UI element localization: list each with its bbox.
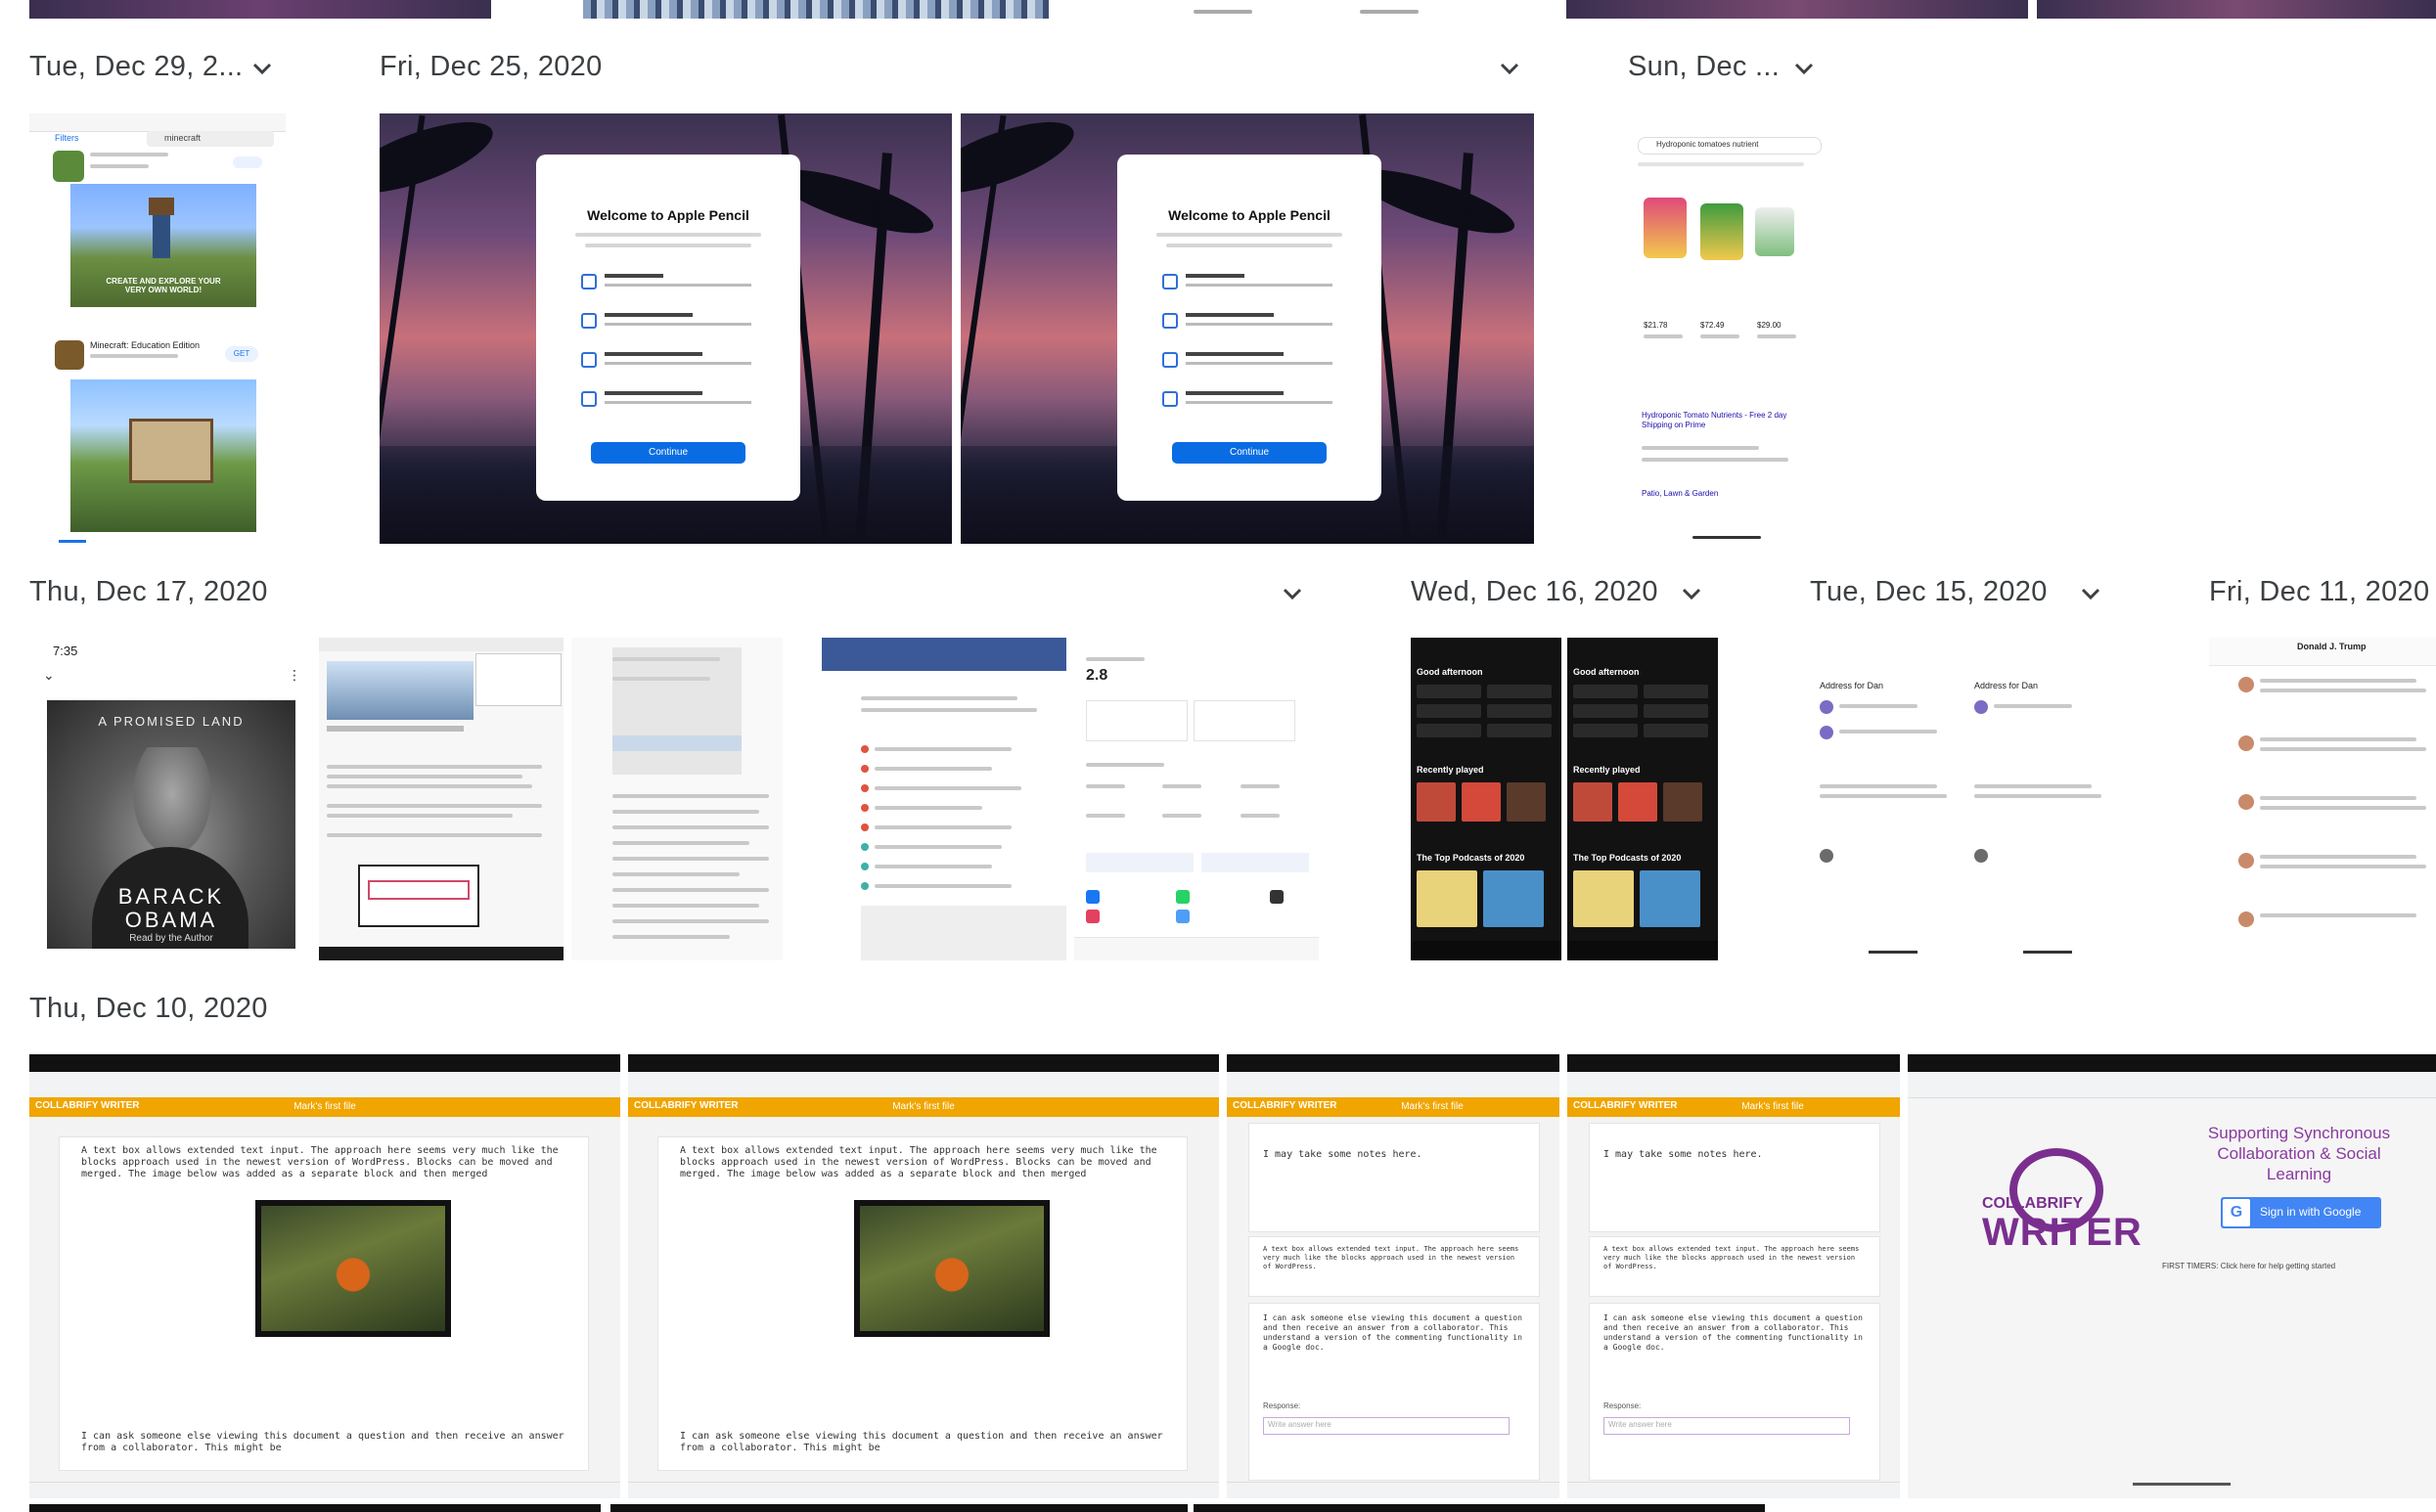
screenshot-thumbnail-writer[interactable]: COLLABRIFY WRITER Mark's first file A tex… [29,1054,620,1498]
screenshot-thumbnail-messages[interactable]: Address for Dan Address for Dan [1810,638,2113,960]
screenshot-thumbnail-settings[interactable] [822,638,1066,960]
google-icon: G [2223,1199,2250,1226]
screenshot-thumbnail-writer[interactable]: COLLABRIFY WRITER Mark's first file I may… [1567,1054,1900,1498]
minecraft-banner: CREATE AND EXPLORE YOUR VERY OWN WORLD! [70,184,256,307]
chevron-down-icon[interactable] [1676,578,1707,609]
chevron-down-icon[interactable] [1277,578,1308,609]
search-input[interactable]: Hydroponic tomatoes nutrient [1638,137,1822,155]
date-heading: Thu, Dec 17, 2020 [29,576,268,607]
welcome-dialog: Welcome to Apple Pencil Continue [1117,155,1381,501]
screenshot-thumbnail-document[interactable] [571,638,783,960]
chevron-down-icon[interactable] [2075,578,2106,609]
screenshot-thumbnail-twitter[interactable]: Donald J. Trump [2209,638,2436,960]
chevron-down-icon[interactable]: ⌄ [43,667,55,684]
screenshot-thumbnail-spotify[interactable]: Good afternoon Recently played The Top P… [1567,638,1718,960]
photo-thumbnail[interactable] [1566,0,2028,19]
photo-thumbnail[interactable] [1125,0,1448,19]
continue-button[interactable]: Continue [591,442,745,464]
date-heading: Fri, Dec 11, 2020 [2209,576,2430,607]
get-button[interactable]: GET [225,346,258,362]
date-heading: Tue, Dec 29, 2... [29,51,244,82]
search-input[interactable]: minecraft [147,131,274,147]
screenshot-thumbnail-apple-pencil[interactable]: Welcome to Apple Pencil Continue [380,113,952,544]
date-heading: Fri, Dec 25, 2020 [380,51,603,82]
screenshot-thumbnail-minecraft[interactable]: Filters minecraft CREATE AND EXPLORE YOU… [29,113,286,544]
screenshot-thumbnail-safari[interactable] [319,638,564,960]
screenshot-thumbnail-writer[interactable]: COLLABRIFY WRITER Mark's first file A tex… [628,1054,1219,1498]
screenshot-thumbnail-writer[interactable]: COLLABRIFY WRITER Mark's first file I may… [1227,1054,1559,1498]
photo-thumbnail[interactable] [583,0,1049,19]
photo-thumbnail[interactable] [29,1504,601,1512]
screenshot-thumbnail-app-store[interactable]: 2.8 [1074,638,1319,960]
chevron-down-icon[interactable] [247,53,278,84]
photo-thumbnail[interactable] [610,1504,1188,1512]
more-icon[interactable]: ⋮ [288,667,301,684]
welcome-dialog: Welcome to Apple Pencil Continue [536,155,800,501]
filters-link[interactable]: Filters [55,133,79,143]
photo-thumbnail[interactable] [1194,1504,1765,1512]
photo-thumbnail[interactable] [2037,0,2436,19]
date-heading: Thu, Dec 10, 2020 [29,993,268,1024]
minecraft-screenshot [70,379,256,532]
book-cover: A PROMISED LAND BARACK OBAMA Read by the… [47,700,295,949]
screenshot-thumbnail-collabrify[interactable]: COLLABRIFY WRITER Supporting Synchronous… [1908,1054,2436,1498]
result-link[interactable]: Patio, Lawn & Garden [1642,489,1718,498]
date-heading: Tue, Dec 15, 2020 [1810,576,2048,607]
answer-input[interactable]: Write answer here [1263,1417,1510,1435]
date-heading: Sun, Dec ... [1628,51,1781,82]
result-link[interactable]: Hydroponic Tomato Nutrients - Free 2 day… [1642,411,1814,430]
sign-in-google-button[interactable]: G Sign in with Google [2221,1197,2381,1228]
date-heading: Wed, Dec 16, 2020 [1411,576,1658,607]
screenshot-thumbnail-audiobook[interactable]: 7:35 ⌄ ⋮ A PROMISED LAND BARACK OBAMA Re… [29,638,311,960]
chevron-down-icon[interactable] [1494,53,1525,84]
chevron-down-icon[interactable] [1788,53,1820,84]
answer-input[interactable]: Write answer here [1603,1417,1850,1435]
photo-thumbnail[interactable] [29,0,491,19]
screenshot-thumbnail-apple-pencil[interactable]: Welcome to Apple Pencil Continue [961,113,1534,544]
screenshot-thumbnail-shopping[interactable]: Hydroponic tomatoes nutrient $21.78 $72.… [1628,113,1826,544]
screenshot-thumbnail-spotify[interactable]: Good afternoon Recently played The Top P… [1411,638,1561,960]
continue-button[interactable]: Continue [1172,442,1327,464]
